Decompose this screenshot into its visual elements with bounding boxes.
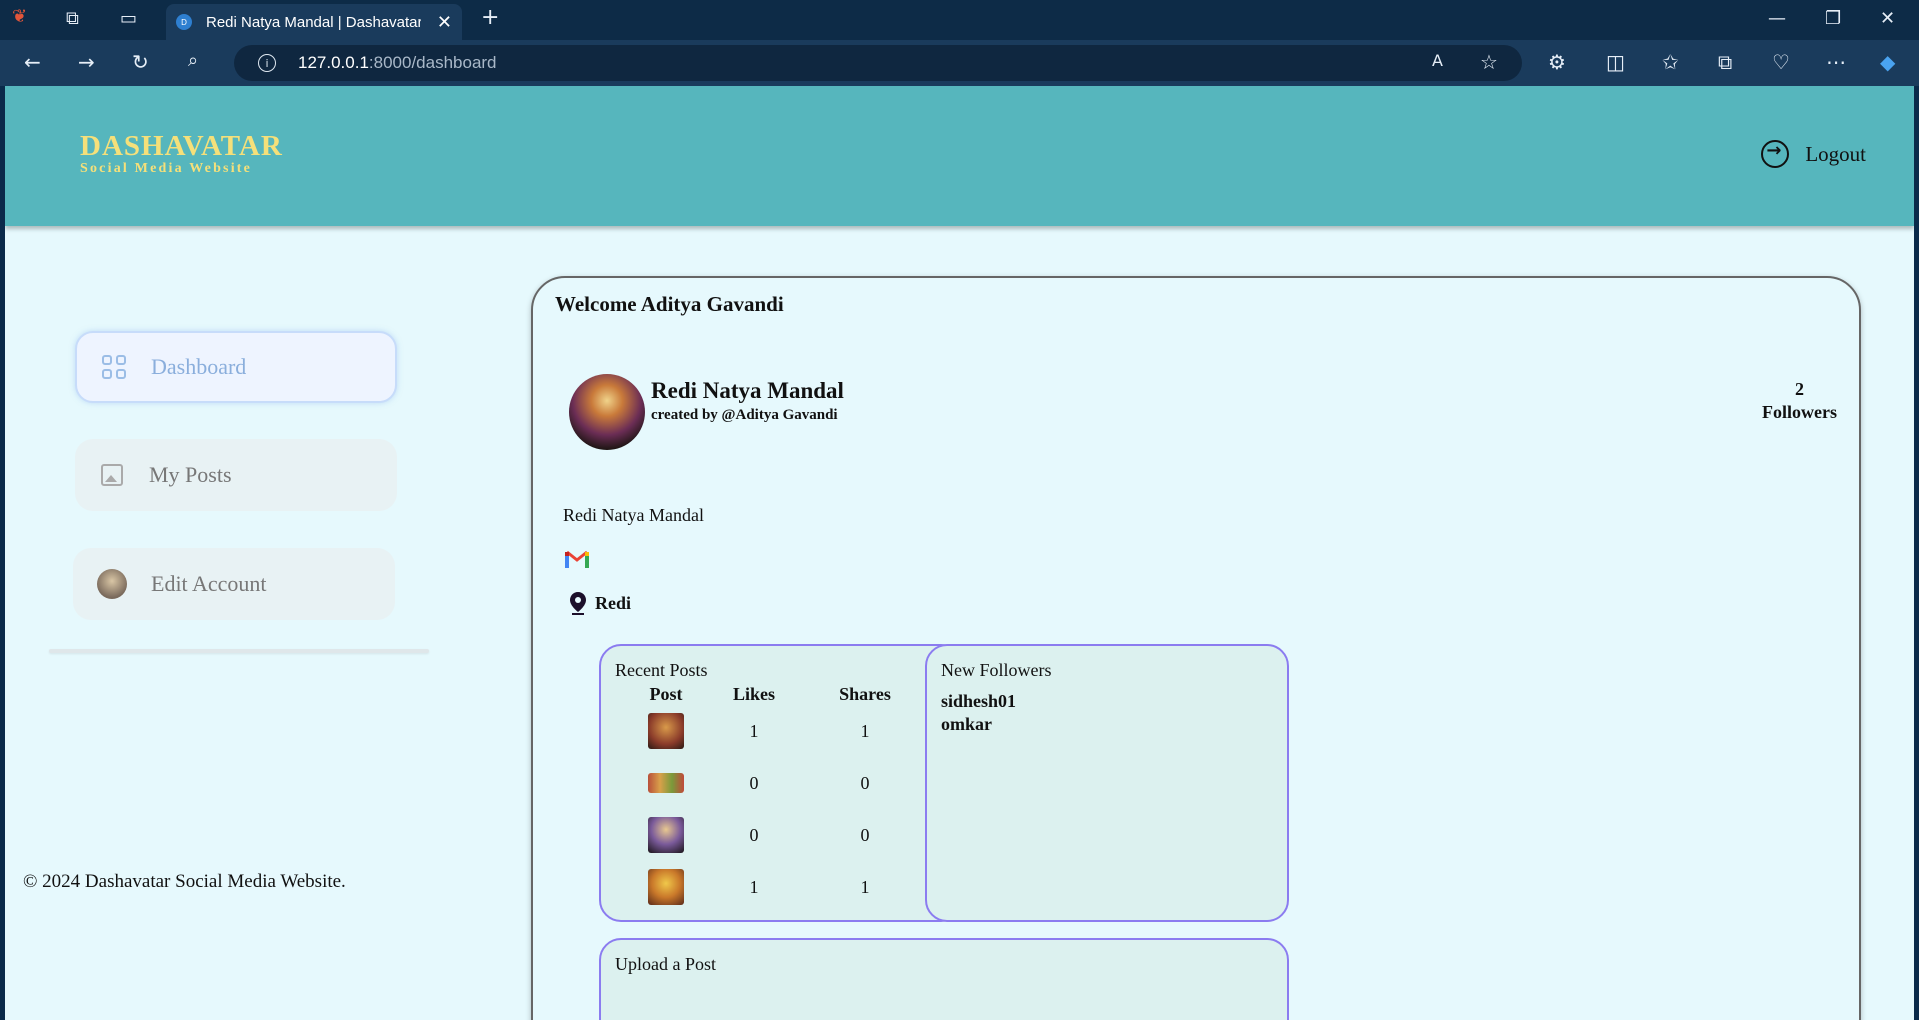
profile-name: Redi Natya Mandal xyxy=(651,378,844,403)
sidebar-item-label: My Posts xyxy=(149,462,232,487)
table-row[interactable]: 1 1 xyxy=(631,861,923,913)
back-icon[interactable]: ← xyxy=(24,50,41,74)
copilot-icon[interactable]: ◆ xyxy=(1880,50,1895,74)
recent-posts-panel: Recent Posts Post Likes Shares 1 1 0 0 0… xyxy=(599,644,963,922)
table-header: Post Likes Shares xyxy=(631,684,923,705)
post-thumbnail[interactable] xyxy=(648,817,684,853)
page-viewport: DASHAVATAR Social Media Website Logout D… xyxy=(5,86,1914,1020)
column-header-post: Post xyxy=(649,684,683,704)
favorite-star-icon[interactable]: ☆ xyxy=(1480,50,1498,74)
profile-location: Redi xyxy=(595,593,631,613)
logout-button[interactable]: Logout xyxy=(1761,140,1866,168)
post-shares: 0 xyxy=(860,772,870,793)
welcome-heading: Welcome Aditya Gavandi xyxy=(555,292,784,316)
upload-post-title: Upload a Post xyxy=(615,954,716,974)
sidebar-item-edit-account[interactable]: Edit Account xyxy=(73,548,395,620)
recent-posts-table: Post Likes Shares 1 1 0 0 0 0 1 1 xyxy=(631,684,923,913)
profile-avatar xyxy=(569,374,645,450)
browser-essentials-icon[interactable]: ♡ xyxy=(1772,50,1790,74)
workspaces-icon[interactable]: ⧉ xyxy=(66,8,79,29)
brand-title: DASHAVATAR xyxy=(80,130,283,162)
profile-description: Redi Natya Mandal xyxy=(563,505,704,525)
avatar xyxy=(97,569,127,599)
location-pin-icon xyxy=(570,592,586,615)
dashboard-card: Welcome Aditya Gavandi Redi Natya Mandal… xyxy=(531,276,1861,1020)
url-text: 127.0.0.1:8000/dashboard xyxy=(298,53,497,72)
restore-icon[interactable]: ❐ xyxy=(1825,8,1841,29)
post-shares: 0 xyxy=(860,824,870,845)
split-screen-icon[interactable]: ◫ xyxy=(1606,50,1625,74)
sidebar-item-my-posts[interactable]: My Posts xyxy=(75,439,397,511)
site-info-icon[interactable]: i xyxy=(258,54,276,72)
read-aloud-icon[interactable]: A xyxy=(1432,51,1443,70)
tab-dashboard[interactable]: D Redi Natya Mandal | Dashavatar ✕ xyxy=(166,4,462,40)
upload-post-panel: Upload a Post xyxy=(599,938,1289,1020)
post-shares: 1 xyxy=(860,720,870,741)
recent-posts-title: Recent Posts xyxy=(615,660,708,680)
gmail-icon[interactable] xyxy=(565,550,589,568)
post-likes: 0 xyxy=(749,824,759,845)
new-followers-panel: New Followers sidhesh01 omkar xyxy=(925,644,1289,922)
post-shares: 1 xyxy=(860,876,870,897)
followers-list: sidhesh01 omkar xyxy=(941,690,1016,736)
address-bar[interactable]: i 127.0.0.1:8000/dashboard A ☆ xyxy=(234,45,1522,81)
site-header: DASHAVATAR Social Media Website Logout xyxy=(5,86,1914,226)
tab-title: Redi Natya Mandal | Dashavatar xyxy=(206,13,421,31)
search-icon[interactable]: ⌕ xyxy=(188,50,198,71)
post-thumbnail[interactable] xyxy=(648,773,684,793)
image-icon xyxy=(99,462,125,488)
profile-icon[interactable]: ❦ xyxy=(12,6,27,27)
new-tab-icon[interactable]: + xyxy=(481,5,499,30)
post-likes: 1 xyxy=(749,876,759,897)
brand-subtitle: Social Media Website xyxy=(80,161,253,176)
follower-name[interactable]: omkar xyxy=(941,713,1016,736)
post-thumbnail[interactable] xyxy=(648,713,684,749)
profile-creator: created by @Aditya Gavandi xyxy=(651,407,838,423)
sidebar-item-dashboard[interactable]: Dashboard xyxy=(75,331,397,403)
dashboard-grid-icon xyxy=(101,354,127,380)
logout-icon xyxy=(1761,140,1790,168)
collections-icon[interactable]: ⧉ xyxy=(1718,50,1732,74)
sidebar-item-label: Dashboard xyxy=(151,354,247,379)
post-likes: 1 xyxy=(749,720,759,741)
logout-label: Logout xyxy=(1805,141,1866,166)
follower-name[interactable]: sidhesh01 xyxy=(941,690,1016,713)
table-row[interactable]: 0 0 xyxy=(631,757,923,809)
browser-tab-bar: ❦ ⧉ ▭ D Redi Natya Mandal | Dashavatar ✕… xyxy=(0,0,1919,40)
refresh-icon[interactable]: ↻ xyxy=(132,50,149,74)
close-window-icon[interactable]: ✕ xyxy=(1880,8,1895,29)
forward-icon[interactable]: → xyxy=(78,50,95,74)
more-menu-icon[interactable]: ⋯ xyxy=(1826,50,1846,74)
followers-label: Followers xyxy=(1762,402,1837,422)
post-thumbnail[interactable] xyxy=(648,869,684,905)
footer-copyright: © 2024 Dashavatar Social Media Website. xyxy=(23,871,346,892)
followers-number: 2 xyxy=(1795,379,1804,399)
post-likes: 0 xyxy=(749,772,759,793)
brand-logo[interactable]: DASHAVATAR Social Media Website xyxy=(80,130,283,177)
table-row[interactable]: 0 0 xyxy=(631,809,923,861)
favorites-icon[interactable]: ✩ xyxy=(1662,50,1679,74)
close-tab-icon[interactable]: ✕ xyxy=(437,12,452,33)
tab-favicon-icon: D xyxy=(176,14,192,30)
column-header-likes: Likes xyxy=(732,684,775,704)
sidebar-item-label: Edit Account xyxy=(151,571,267,596)
tab-actions-icon[interactable]: ▭ xyxy=(120,8,137,29)
new-followers-title: New Followers xyxy=(941,660,1052,680)
followers-count[interactable]: 2 Followers xyxy=(1762,378,1837,424)
minimize-icon[interactable]: — xyxy=(1768,8,1786,29)
sidebar-divider xyxy=(49,649,429,653)
column-header-shares: Shares xyxy=(839,684,891,704)
browser-nav-bar: ← → ↻ ⌕ i 127.0.0.1:8000/dashboard A ☆ ⚙… xyxy=(0,40,1919,86)
table-row[interactable]: 1 1 xyxy=(631,705,923,757)
extensions-icon[interactable]: ⚙ xyxy=(1548,50,1566,74)
